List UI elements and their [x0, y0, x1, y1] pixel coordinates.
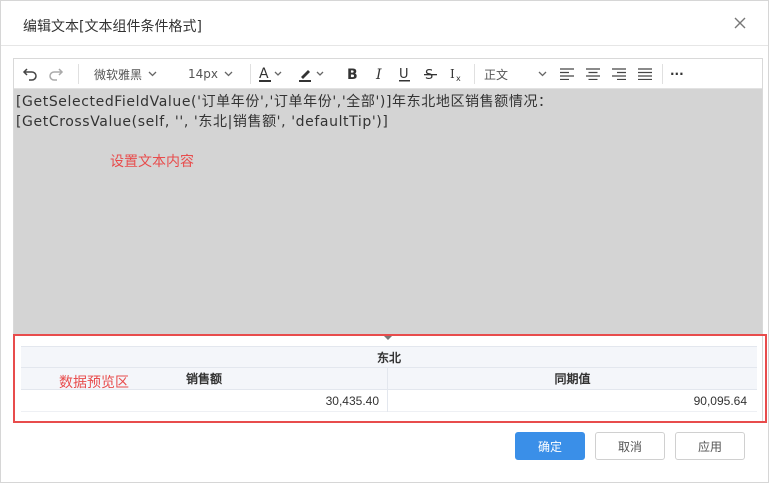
- chevron-down-icon: [148, 71, 157, 77]
- font-size-select[interactable]: 14px: [188, 59, 244, 89]
- align-justify-button[interactable]: [638, 59, 654, 89]
- clear-format-icon: Ix: [450, 67, 461, 82]
- strikethrough-button[interactable]: S: [424, 59, 440, 89]
- more-icon: ···: [670, 67, 684, 81]
- toolbar-divider: [474, 64, 475, 84]
- align-justify-icon: [638, 68, 652, 80]
- svg-text:I: I: [375, 67, 382, 82]
- font-size-value: 14px: [188, 67, 218, 81]
- svg-text:A: A: [259, 66, 269, 82]
- dialog-title-bar: 编辑文本[文本组件条件格式]: [1, 1, 768, 46]
- editor-text-line-2: [GetCrossValue(self, '', '东北|销售额', 'defa…: [16, 114, 389, 130]
- edit-text-dialog: 编辑文本[文本组件条件格式] 微软雅黑 14px A B I U S I x 正…: [0, 0, 769, 483]
- redo-icon[interactable]: [48, 59, 66, 89]
- data-preview-region: 东北 销售额 同期值 30,435.40 90,095.64 数据预览区: [13, 334, 767, 423]
- bold-icon: B: [347, 67, 358, 82]
- content-annotation: 设置文本内容: [110, 154, 194, 170]
- dialog-title: 编辑文本[文本组件条件格式]: [23, 19, 202, 35]
- toolbar-divider: [250, 64, 251, 84]
- font-color-button[interactable]: A: [258, 59, 286, 89]
- cell-sales-value: 30,435.40: [325, 393, 379, 408]
- apply-button[interactable]: 应用: [675, 432, 745, 460]
- font-family-select[interactable]: 微软雅黑: [94, 59, 174, 89]
- column-divider: [387, 368, 388, 412]
- underline-button[interactable]: U: [398, 59, 414, 89]
- close-icon[interactable]: [732, 15, 748, 31]
- svg-text:B: B: [347, 67, 358, 82]
- highlight-color-button[interactable]: [298, 59, 328, 89]
- cancel-button[interactable]: 取消: [595, 432, 665, 460]
- italic-icon: I: [375, 67, 382, 82]
- svg-text:U: U: [399, 67, 409, 82]
- editor-toolbar: 微软雅黑 14px A B I U S I x 正文 ···: [14, 59, 762, 89]
- underline-icon: U: [399, 67, 410, 82]
- toolbar-divider: [662, 64, 663, 84]
- strikethrough-icon: S: [424, 68, 437, 82]
- editor-text-line-1: [GetSelectedFieldValue('订单年份','订单年份','全部…: [16, 94, 553, 110]
- align-left-button[interactable]: [560, 59, 576, 89]
- preview-annotation: 数据预览区: [59, 375, 129, 391]
- highlighter-icon: [299, 70, 324, 82]
- align-left-icon: [560, 68, 574, 80]
- table-row: 30,435.40 90,095.64: [21, 390, 757, 412]
- font-family-value: 微软雅黑: [94, 67, 143, 82]
- toolbar-divider: [78, 64, 79, 84]
- preview-column-header-row: 销售额 同期值: [21, 368, 757, 390]
- align-center-button[interactable]: [586, 59, 602, 89]
- align-center-icon: [586, 68, 600, 80]
- editor-content-area[interactable]: [GetSelectedFieldValue('订单年份','订单年份','全部…: [14, 89, 762, 335]
- align-right-icon: [612, 68, 626, 80]
- more-options-button[interactable]: ···: [670, 59, 690, 89]
- chevron-down-icon: [224, 71, 233, 77]
- undo-icon[interactable]: [22, 59, 40, 89]
- column-header-prior-period: 同期值: [554, 372, 591, 386]
- cell-prior-period-value: 90,095.64: [693, 393, 747, 408]
- bold-button[interactable]: B: [346, 59, 362, 89]
- svg-text:I: I: [450, 67, 455, 81]
- italic-button[interactable]: I: [374, 59, 388, 89]
- clear-format-button[interactable]: Ix: [450, 59, 466, 89]
- preview-group-header: 东北: [376, 350, 401, 365]
- paragraph-style-select[interactable]: 正文: [484, 59, 554, 89]
- align-right-button[interactable]: [612, 59, 628, 89]
- ok-button[interactable]: 确定: [515, 432, 585, 460]
- paragraph-style-value: 正文: [484, 67, 509, 82]
- chevron-down-icon: [538, 71, 547, 77]
- preview-group-header-row: 东北: [21, 346, 757, 368]
- font-color-icon: A: [259, 66, 282, 82]
- preview-table: 东北 销售额 同期值 30,435.40 90,095.64: [21, 346, 757, 412]
- svg-text:x: x: [456, 74, 461, 82]
